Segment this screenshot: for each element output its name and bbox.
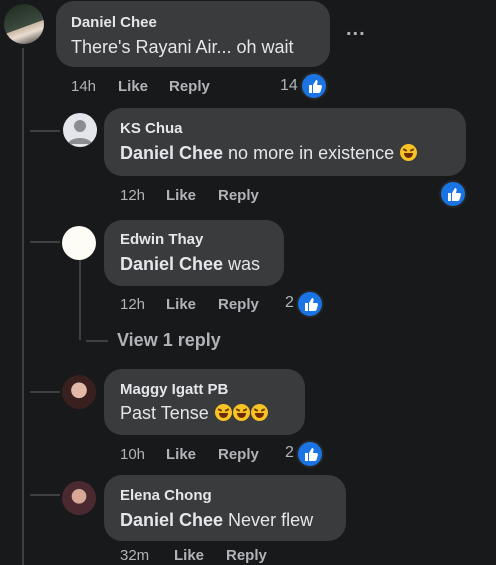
like-reaction-icon[interactable] bbox=[439, 180, 467, 208]
reply-body: no more in existence bbox=[223, 143, 395, 163]
reply-time[interactable]: 32m bbox=[120, 547, 149, 564]
reply-body: Past Tense bbox=[120, 403, 214, 423]
avatar-ks-chua[interactable] bbox=[63, 113, 97, 147]
sub-thread-connector bbox=[86, 340, 108, 342]
reply-body: was bbox=[223, 254, 261, 274]
reply-text: Past Tense bbox=[120, 403, 268, 424]
reaction-count[interactable]: 2 bbox=[285, 294, 294, 312]
rofl-emoji-icon bbox=[400, 144, 418, 161]
like-reaction-icon[interactable] bbox=[300, 72, 328, 100]
reply-time[interactable]: 12h bbox=[120, 296, 145, 313]
mention-link[interactable]: Daniel Chee bbox=[120, 143, 223, 163]
like-reaction-icon[interactable] bbox=[296, 440, 324, 468]
reply-button[interactable]: Reply bbox=[169, 78, 210, 95]
reply-author[interactable]: Maggy Igatt PB bbox=[120, 381, 228, 398]
avatar-daniel-chee[interactable] bbox=[4, 4, 44, 44]
reaction-count[interactable]: 14 bbox=[280, 77, 298, 95]
thread-line-main bbox=[22, 48, 24, 565]
like-button[interactable]: Like bbox=[166, 187, 196, 204]
comment-time[interactable]: 14h bbox=[71, 78, 96, 95]
view-replies-link[interactable]: View 1 reply bbox=[117, 330, 221, 351]
reply-text: Daniel Chee no more in existence bbox=[120, 143, 418, 164]
reply-bubble-maggy-igatt bbox=[104, 369, 305, 435]
reply-text: Daniel Chee Never flew bbox=[120, 510, 313, 531]
reply-button[interactable]: Reply bbox=[218, 187, 259, 204]
mention-link[interactable]: Daniel Chee bbox=[120, 510, 223, 530]
thread-connector-2 bbox=[30, 241, 60, 243]
reply-author[interactable]: Edwin Thay bbox=[120, 231, 203, 248]
reply-bubble-ks-chua bbox=[104, 108, 466, 176]
more-options-button[interactable]: ... bbox=[346, 18, 366, 41]
reply-author[interactable]: KS Chua bbox=[120, 120, 183, 137]
rofl-emoji-icon bbox=[232, 404, 250, 421]
reply-body: Never flew bbox=[223, 510, 314, 530]
mention-link[interactable]: Daniel Chee bbox=[120, 254, 223, 274]
comment-author[interactable]: Daniel Chee bbox=[71, 14, 157, 31]
rofl-emoji-icon bbox=[214, 404, 232, 421]
reply-bubble-elena-chong bbox=[104, 475, 346, 541]
like-button[interactable]: Like bbox=[166, 296, 196, 313]
avatar-elena-chong[interactable] bbox=[62, 481, 96, 515]
reply-button[interactable]: Reply bbox=[218, 296, 259, 313]
reply-button[interactable]: Reply bbox=[226, 547, 267, 564]
reply-button[interactable]: Reply bbox=[218, 446, 259, 463]
avatar-maggy-igatt[interactable] bbox=[62, 375, 96, 409]
like-button[interactable]: Like bbox=[166, 446, 196, 463]
like-reaction-icon[interactable] bbox=[296, 290, 324, 318]
like-button[interactable]: Like bbox=[118, 78, 148, 95]
avatar-edwin-thay[interactable] bbox=[62, 226, 96, 260]
thread-connector-3 bbox=[30, 391, 60, 393]
sub-thread-line bbox=[79, 260, 81, 340]
like-button[interactable]: Like bbox=[174, 547, 204, 564]
thread-connector-1 bbox=[30, 130, 60, 132]
rofl-emoji-icon bbox=[250, 404, 268, 421]
reply-author[interactable]: Elena Chong bbox=[120, 487, 212, 504]
comment-text: There's Rayani Air... oh wait bbox=[71, 37, 294, 57]
reply-bubble-edwin-thay bbox=[104, 220, 284, 286]
reaction-count[interactable]: 2 bbox=[285, 444, 294, 462]
reply-time[interactable]: 12h bbox=[120, 187, 145, 204]
reply-time[interactable]: 10h bbox=[120, 446, 145, 463]
reply-text: Daniel Chee was bbox=[120, 254, 260, 275]
thread-connector-4 bbox=[30, 494, 60, 496]
